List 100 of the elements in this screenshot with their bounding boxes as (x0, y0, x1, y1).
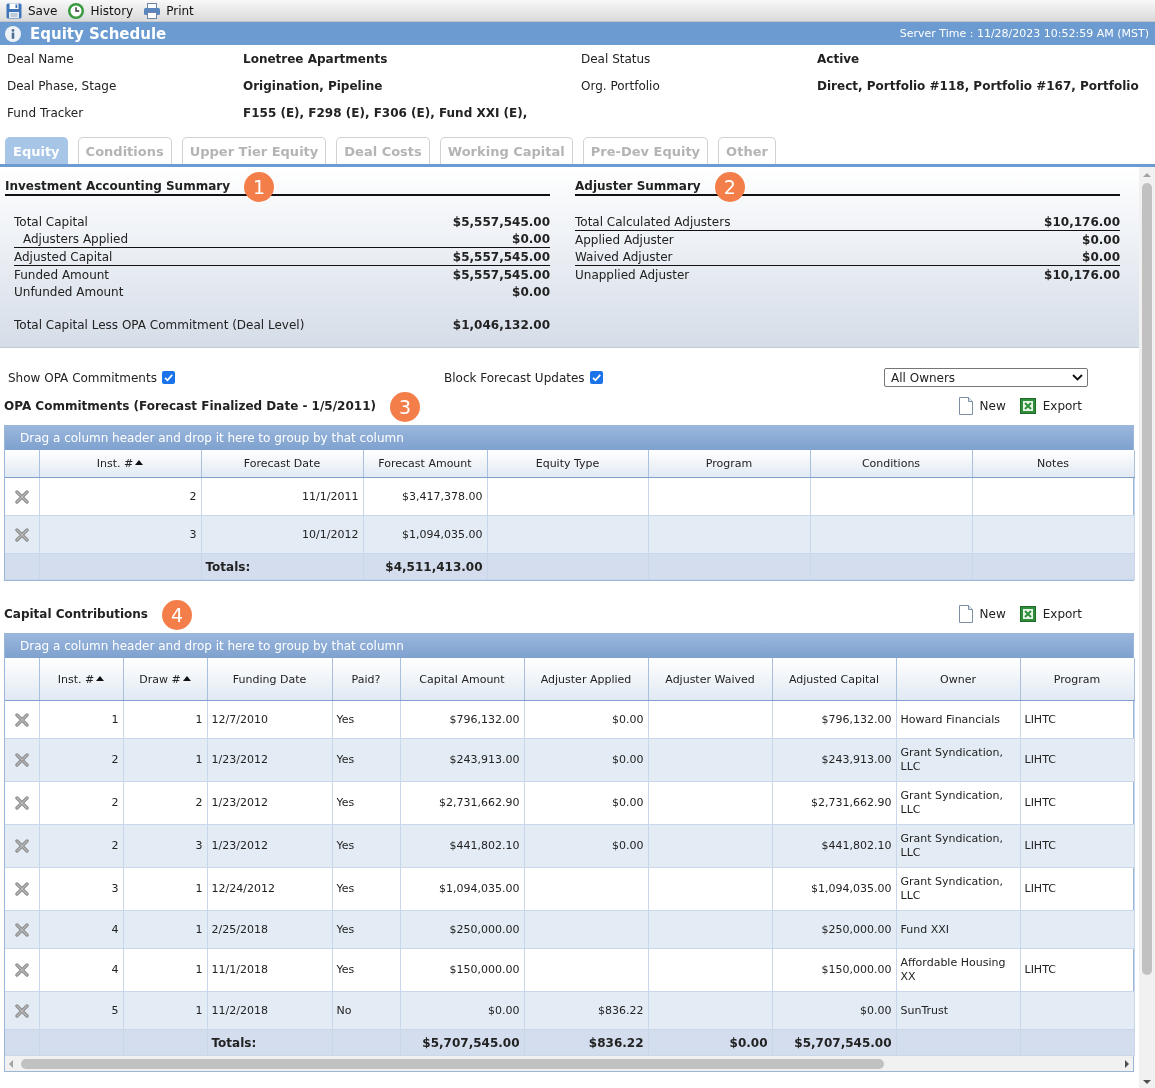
horizontal-scrollbar[interactable] (5, 1056, 1133, 1071)
table-cell: Grant Syndication, LLC (896, 738, 1020, 782)
table-cell: SunTrust (896, 991, 1020, 1030)
table-cell: 2 (39, 477, 201, 516)
clock-icon (68, 2, 85, 19)
server-time: Server Time : 11/28/2023 10:52:59 AM (MST) (899, 27, 1149, 40)
table-cell: $796,132.00 (772, 700, 896, 739)
summary-value: $0.00 (1082, 232, 1120, 247)
table-cell: LIHTC (1020, 738, 1134, 782)
info-icon (5, 25, 21, 42)
table-cell: $796,132.00 (400, 700, 524, 739)
delete-icon[interactable] (14, 882, 29, 896)
table-cell: 4 (39, 948, 123, 992)
column-header[interactable]: Forecast Date (201, 450, 363, 478)
export-button[interactable]: Export (1019, 604, 1082, 623)
column-header[interactable]: Notes (972, 450, 1134, 478)
table-cell: $3,417,378.00 (363, 477, 487, 516)
delete-icon[interactable] (14, 922, 29, 937)
table-cell: 1 (123, 910, 207, 949)
summary-value: $10,176.00 (1044, 267, 1120, 282)
column-header[interactable]: Paid? (332, 658, 400, 701)
section-heading: Capital Contributions (4, 606, 148, 621)
delete-icon[interactable] (14, 839, 29, 853)
column-header[interactable]: Owner (896, 658, 1020, 701)
delete-icon[interactable] (14, 963, 29, 977)
history-button[interactable]: History (68, 0, 134, 21)
document-icon (958, 396, 973, 415)
table-cell: Grant Syndication, LLC (896, 867, 1020, 911)
summary-value: $10,176.00 (1044, 214, 1120, 229)
table-cell: 1/23/2012 (207, 738, 332, 782)
section-heading: OPA Commitments (Forecast Finalized Date - 1/5/2011) (4, 398, 376, 413)
table-cell: $441,802.10 (400, 824, 524, 868)
delete-icon[interactable] (14, 1003, 29, 1018)
vertical-scrollbar[interactable] (1139, 167, 1155, 1088)
column-header[interactable]: Inst. # (39, 450, 201, 478)
table-cell: 2 (39, 738, 123, 782)
summary-value: $0.00 (1082, 249, 1120, 264)
column-header[interactable]: Adjuster Waived (648, 658, 772, 701)
table-cell: Grant Syndication, LLC (896, 781, 1020, 825)
summary-label: Adjusted Capital (14, 249, 113, 264)
field-value: Lonetree Apartments (243, 51, 388, 66)
new-button[interactable]: New (958, 396, 1006, 415)
totals-label: Totals: (207, 1029, 332, 1056)
column-header[interactable]: Adjuster Applied (524, 658, 648, 701)
column-header[interactable]: Program (1020, 658, 1134, 701)
delete-icon[interactable] (14, 753, 29, 767)
table-cell: $243,913.00 (772, 738, 896, 782)
delete-icon[interactable] (14, 527, 29, 542)
table-cell: $5,707,545.00 (400, 1029, 524, 1056)
export-button[interactable]: Export (1019, 396, 1082, 415)
field-label: Fund Tracker (7, 105, 84, 120)
scroll-left-icon[interactable] (9, 1059, 13, 1068)
column-header[interactable]: Equity Type (487, 450, 648, 478)
table-cell: Yes (332, 824, 400, 868)
summary-label: Funded Amount (14, 267, 110, 282)
table-cell: $2,731,662.90 (772, 781, 896, 825)
field-label: Deal Name (7, 51, 74, 66)
table-cell: Fund XXI (896, 910, 1020, 949)
delete-icon[interactable] (14, 796, 29, 810)
column-header[interactable]: Forecast Amount (363, 450, 487, 478)
delete-icon[interactable] (14, 712, 29, 727)
print-button[interactable]: Print (144, 0, 194, 21)
column-header[interactable]: Capital Amount (400, 658, 524, 701)
table-cell: 2 (123, 781, 207, 825)
column-header[interactable]: Conditions (810, 450, 972, 478)
table-cell: 1 (123, 738, 207, 782)
owner-dropdown[interactable]: All Owners (884, 368, 1088, 387)
table-cell: No (332, 991, 400, 1030)
summary-value: $5,557,545.00 (452, 249, 550, 264)
column-header[interactable]: Program (648, 450, 810, 478)
table-cell: $0.00 (524, 738, 648, 782)
checkbox[interactable] (589, 371, 603, 384)
scrollbar-thumb[interactable] (1142, 183, 1152, 975)
table-cell: Affordable Housing XX (896, 948, 1020, 992)
column-header[interactable]: Inst. # (39, 658, 123, 701)
column-header[interactable]: Draw # (123, 658, 207, 701)
spreadsheet-icon (1019, 397, 1036, 414)
table-cell: 1 (123, 867, 207, 911)
scroll-down-icon[interactable] (1143, 1080, 1151, 1084)
table-cell: 1/23/2012 (207, 781, 332, 825)
new-button[interactable]: New (958, 604, 1006, 623)
delete-icon[interactable] (14, 489, 29, 504)
table-cell: $0.00 (400, 991, 524, 1030)
summary-value: $0.00 (512, 284, 550, 299)
scroll-up-icon[interactable] (1143, 173, 1151, 177)
table-cell: Grant Syndication, LLC (896, 824, 1020, 868)
save-button[interactable]: Save (6, 0, 58, 21)
table-cell: 1 (123, 991, 207, 1030)
table-cell: 1/23/2012 (207, 824, 332, 868)
column-header[interactable]: Adjusted Capital (772, 658, 896, 701)
scrollbar-thumb[interactable] (21, 1058, 884, 1069)
table-cell: 12/24/2012 (207, 867, 332, 911)
summary-label: Unapplied Adjuster (575, 267, 690, 282)
table-cell: $5,707,545.00 (772, 1029, 896, 1056)
table-cell: 10/1/2012 (201, 515, 363, 554)
table-cell: LIHTC (1020, 948, 1134, 992)
column-header[interactable]: Funding Date (207, 658, 332, 701)
checkbox[interactable] (161, 371, 175, 384)
table-cell: Howard Financials (896, 700, 1020, 739)
scroll-right-icon[interactable] (1125, 1059, 1129, 1068)
